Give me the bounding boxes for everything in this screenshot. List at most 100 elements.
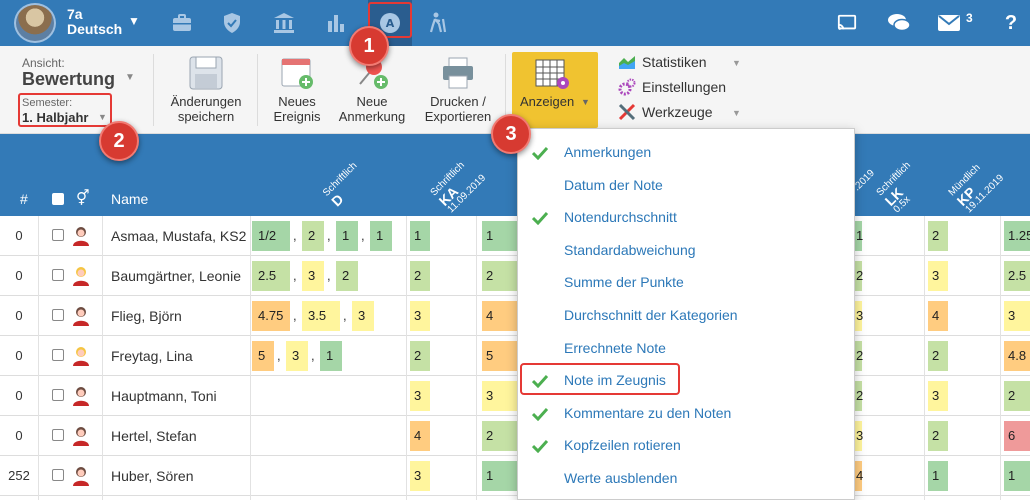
new-note-button[interactable]: Neue Anmerkung [334,56,410,124]
grade-summary-cell[interactable]: 2 [410,261,430,291]
grade-summary-cell[interactable]: 3 [410,381,430,411]
table-row[interactable]: 0 Hertel, Stefan 4 2 3 2 6 [0,416,1030,456]
student-name[interactable]: Freytag, Lina [111,348,193,364]
chat-icon[interactable] [884,0,914,46]
cast-icon[interactable] [832,0,862,46]
tools-caret-icon[interactable]: ▼ [732,108,741,118]
grade-summary-cell[interactable]: 2 [928,341,948,371]
settings-menu[interactable]: Einstellungen [618,78,726,96]
student-name[interactable]: Flieg, Björn [111,308,182,324]
grade-cell[interactable]: 3 [302,261,324,291]
grade-summary-cell[interactable]: 2 [482,421,518,451]
grade-summary-cell[interactable]: 3 [928,261,948,291]
dropdown-item[interactable]: Durchschnitt der Kategorien [518,300,854,332]
student-name[interactable]: Hertel, Stefan [111,428,197,444]
new-event-button[interactable]: Neues Ereignis [268,56,326,124]
grade-summary-cell[interactable]: 3 [1004,301,1030,331]
dropdown-item[interactable]: Errechnete Note [518,333,854,365]
row-checkbox[interactable] [52,389,64,401]
grade-cell[interactable]: 2.5 [252,261,290,291]
dropdown-item[interactable]: Datum der Note [518,170,854,202]
gender-icon[interactable]: ⚥ [76,189,90,207]
view-selector[interactable]: Bewertung [22,69,115,90]
dropdown-item[interactable]: Summe der Punkte [518,267,854,299]
hiking-icon[interactable] [416,0,460,46]
grade-summary-cell[interactable]: 1 [482,221,518,251]
row-checkbox[interactable] [52,269,64,281]
dropdown-item[interactable]: Standardabweichung [518,235,854,267]
grade-summary-cell[interactable]: 2.5 [1004,261,1030,291]
grade-summary-cell[interactable]: 6 [1004,421,1030,451]
dropdown-item[interactable]: Anmerkungen [518,137,854,169]
grade-summary-cell[interactable]: 4.8 [1004,341,1030,371]
grade-summary-cell[interactable]: 1 [928,461,948,491]
print-export-button[interactable]: Drucken / Exportieren [418,56,498,124]
grade-summary-cell[interactable]: 4 [410,421,430,451]
student-name[interactable]: Baumgärtner, Leonie [111,268,241,284]
dropdown-item[interactable]: Werte ausblenden [518,463,854,495]
grade-cell[interactable]: 3.5 [302,301,340,331]
student-name[interactable]: Huber, Sören [111,468,194,484]
row-checkbox[interactable] [52,309,64,321]
class-avatar[interactable] [14,3,56,43]
mail-icon[interactable] [934,0,964,46]
grade-summary-cell[interactable]: 1.25 [1004,221,1030,251]
table-row[interactable]: 0 Flieg, Björn 4.75, 3.5, 3 3 4 3 4 3 [0,296,1030,336]
grade-cell[interactable]: 5 [252,341,274,371]
student-name[interactable]: Asmaa, Mustafa, KS2 [111,228,246,244]
show-button[interactable] [512,52,598,128]
grade-summary-cell[interactable]: 4 [482,301,518,331]
grade-summary-cell[interactable]: 2 [1004,381,1030,411]
student-name[interactable]: Hauptmann, Toni [111,388,217,404]
grade-summary-cell[interactable]: 5 [482,341,518,371]
statistics-caret-icon[interactable]: ▼ [732,58,741,68]
grade-summary-cell[interactable]: 1 [482,461,518,491]
save-changes-button[interactable]: Änderungen speichern [164,56,248,124]
grade-cell[interactable]: 2 [302,221,324,251]
dropdown-item[interactable]: Kopfzeilen rotieren [518,430,854,462]
grade-cell[interactable]: 3 [286,341,308,371]
shield-icon[interactable] [210,0,254,46]
grade-summary-cell[interactable]: 2 [482,261,518,291]
show-caret-icon[interactable]: ▼ [581,97,590,107]
tools-menu[interactable]: Werkzeuge [618,103,713,121]
grade-cell[interactable]: 1 [370,221,392,251]
grade-cell[interactable]: 1 [320,341,342,371]
grade-summary-cell[interactable]: 3 [410,301,430,331]
col-head-kp[interactable]: Mündlich KP 19.11.2019 [947,156,1007,216]
grade-summary-cell[interactable]: 1 [410,221,430,251]
class-dropdown-caret-icon[interactable]: ▼ [128,14,140,28]
table-row[interactable]: 0 Freytag, Lina 5, 3, 1 2 5 2 2 4.8 [0,336,1030,376]
briefcase-icon[interactable] [160,0,204,46]
table-row[interactable]: 0 Asmaa, Mustafa, KS2 1/2, 2, 1, 1 1 1 1 2 1.25 [0,216,1030,256]
grade-cell[interactable]: 1 [336,221,358,251]
grade-summary-cell[interactable]: 1 [1004,461,1030,491]
col-head-ka[interactable]: Schriftlich KA 11.09.2019 [429,156,489,216]
dropdown-item[interactable]: Kommentare zu den Noten [518,398,854,430]
grade-summary-cell[interactable]: 2 [410,341,430,371]
grade-summary-cell[interactable]: 2 [928,421,948,451]
statistics-menu[interactable]: Statistiken [618,54,707,70]
grade-cell[interactable]: 3 [352,301,374,331]
row-checkbox[interactable] [52,429,64,441]
grade-cell[interactable]: 4.75 [252,301,290,331]
institution-icon[interactable] [262,0,306,46]
grade-summary-cell[interactable]: 2 [928,221,948,251]
row-checkbox[interactable] [52,469,64,481]
grade-summary-cell[interactable]: 3 [410,461,430,491]
table-row[interactable]: 0 Baumgärtner, Leonie 2.5, 3, 2 2 2 2 3 2.5 [0,256,1030,296]
view-caret-icon[interactable]: ▼ [125,72,135,83]
class-selector[interactable]: 7a Deutsch [67,7,122,37]
grade-summary-cell[interactable]: 3 [482,381,518,411]
row-checkbox[interactable] [52,229,64,241]
select-all-checkbox[interactable] [52,193,64,205]
dropdown-item[interactable]: Notendurchschnitt [518,202,854,234]
row-checkbox[interactable] [52,349,64,361]
help-icon[interactable]: ? [998,0,1024,46]
col-head-lk[interactable]: Schriftlich LK 0.5x [875,160,931,216]
table-row[interactable]: 0 Hauptmann, Toni 3 3 2 3 2 [0,376,1030,416]
grade-summary-cell[interactable]: 3 [928,381,948,411]
grade-summary-cell[interactable]: 4 [928,301,948,331]
col-head-d[interactable]: Schriftlich D [321,160,369,209]
grade-cell[interactable]: 2 [336,261,358,291]
